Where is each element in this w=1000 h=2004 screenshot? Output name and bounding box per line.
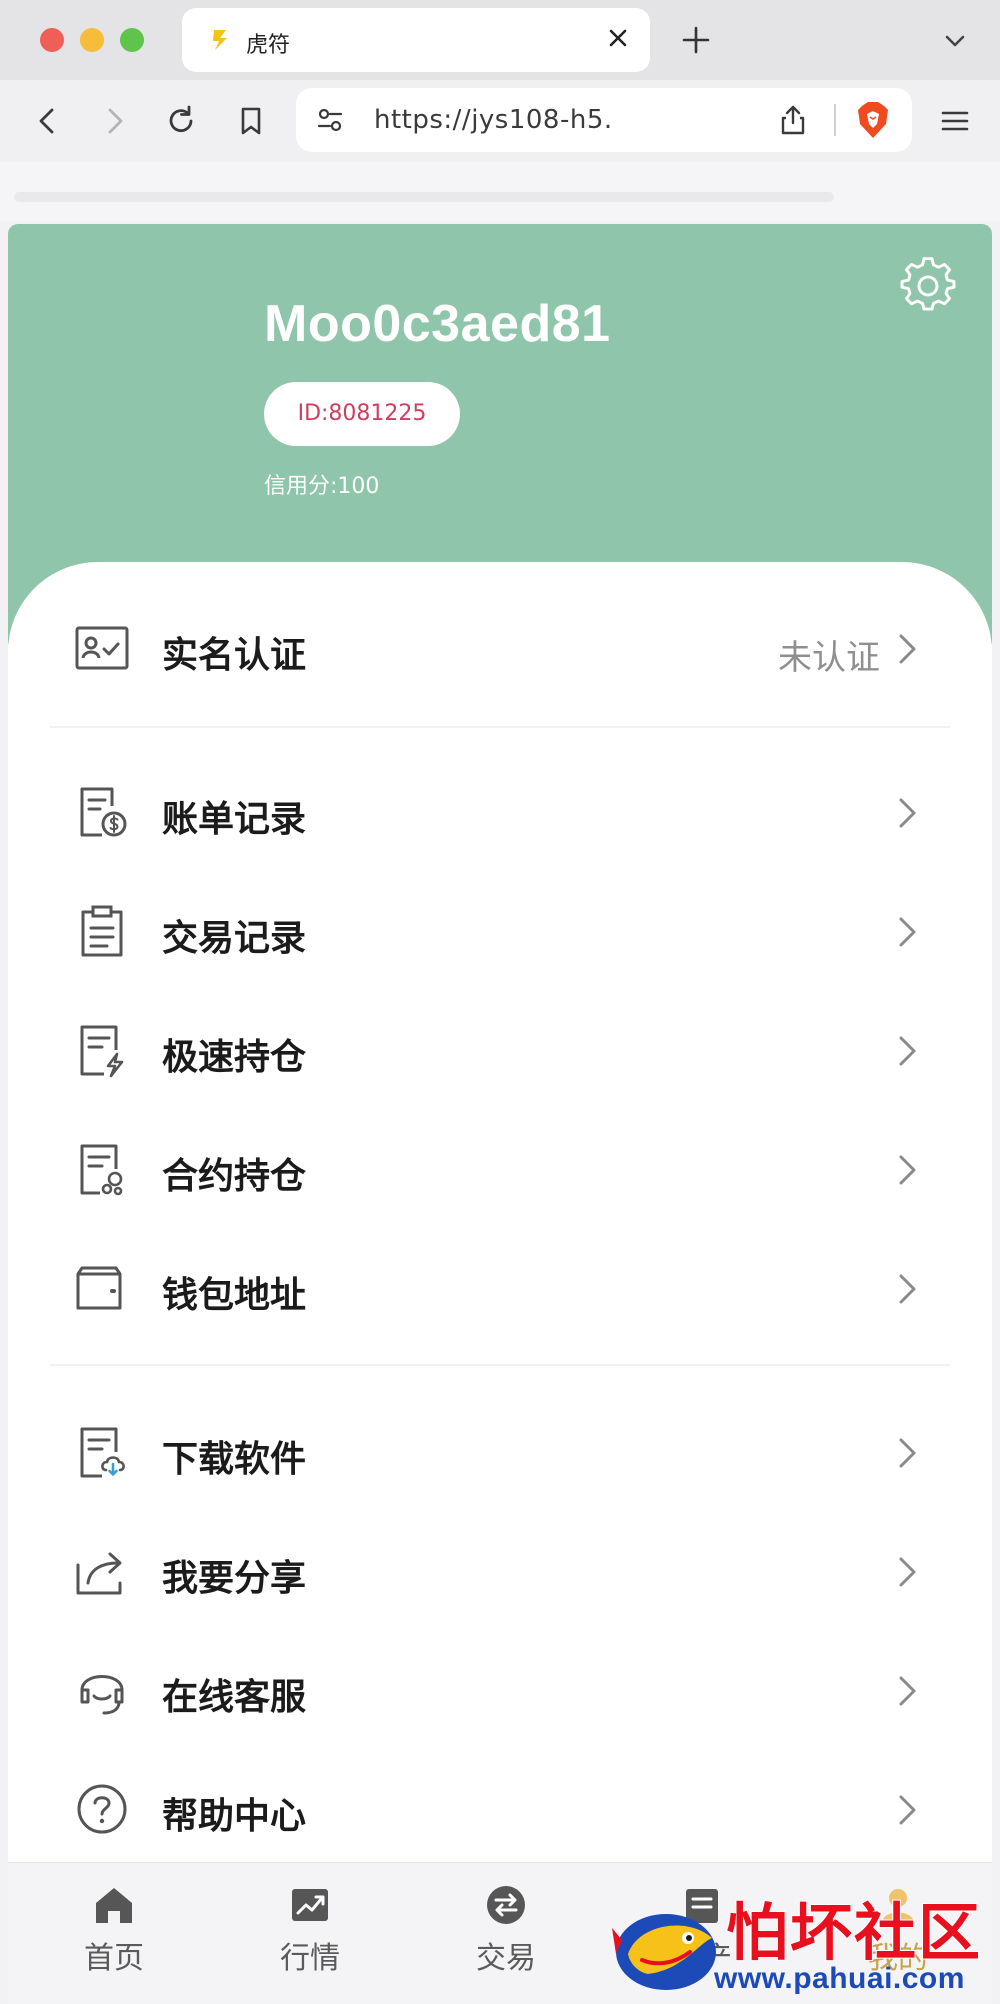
nav-trade[interactable]: 交易 bbox=[446, 1883, 566, 1983]
username: Moo0c3aed81 bbox=[264, 295, 611, 353]
help-circle-icon bbox=[77, 1784, 127, 1834]
verify-status: 未认证 bbox=[778, 638, 880, 678]
page-top-strip bbox=[0, 162, 1000, 222]
menu-item-download[interactable]: 下载软件 bbox=[8, 1400, 992, 1504]
watermark-text: 怕坏社区 bbox=[725, 1895, 983, 1970]
contract-doc-icon bbox=[80, 1144, 123, 1196]
menu-item-label: 极速持仓 bbox=[162, 1037, 307, 1078]
address-bar-divider bbox=[834, 104, 836, 136]
menu-icon[interactable] bbox=[938, 104, 972, 138]
chevron-right-icon bbox=[899, 1557, 916, 1587]
back-icon[interactable] bbox=[28, 102, 66, 140]
chevron-right-icon bbox=[899, 1274, 916, 1304]
brave-shields-icon[interactable] bbox=[856, 100, 890, 140]
section-divider bbox=[50, 1364, 950, 1366]
section-divider bbox=[50, 726, 950, 728]
menu-item-label: 合约持仓 bbox=[162, 1156, 307, 1197]
menu-item-label: 账单记录 bbox=[162, 799, 307, 840]
menu-item-label: 钱包地址 bbox=[162, 1275, 307, 1316]
wallet-icon bbox=[76, 1266, 122, 1310]
menu-item-label: 我要分享 bbox=[162, 1558, 307, 1599]
menu-item-fast-positions[interactable]: 极速持仓 bbox=[8, 998, 992, 1102]
window-zoom-button[interactable] bbox=[120, 28, 144, 52]
menu-item-label: 实名认证 bbox=[162, 635, 307, 676]
site-settings-icon[interactable] bbox=[316, 106, 344, 134]
bookmark-icon[interactable] bbox=[232, 102, 270, 140]
menu-item-label: 帮助中心 bbox=[162, 1796, 307, 1837]
chevron-right-icon bbox=[899, 798, 916, 828]
credit-score: 信用分:100 bbox=[264, 474, 380, 499]
chevron-right-icon bbox=[899, 1795, 916, 1825]
menu-item-help[interactable]: 帮助中心 bbox=[8, 1757, 992, 1861]
nav-trade-label: 交易 bbox=[476, 1941, 536, 1976]
exchange-icon bbox=[487, 1886, 525, 1924]
lightning-doc-icon bbox=[80, 1025, 124, 1078]
gear-icon[interactable] bbox=[898, 256, 958, 316]
reload-icon[interactable] bbox=[162, 102, 200, 140]
menu-item-support[interactable]: 在线客服 bbox=[8, 1638, 992, 1742]
headset-icon bbox=[80, 1675, 124, 1715]
address-bar[interactable]: https://jys108-h5. bbox=[296, 88, 912, 152]
menu-item-share[interactable]: 我要分享 bbox=[8, 1519, 992, 1623]
menu-item-billing[interactable]: 账单记录 bbox=[8, 760, 992, 864]
chevron-right-icon bbox=[899, 634, 916, 664]
browser-nav-bar: https://jys108-h5. bbox=[0, 80, 1000, 162]
blurred-bar bbox=[14, 192, 834, 202]
site-watermark: 怕坏社区 www.pahuai.com bbox=[604, 1880, 1000, 2004]
browser-tab-bar: 虎符 bbox=[0, 0, 1000, 80]
bill-icon bbox=[80, 787, 127, 837]
browser-tab[interactable]: 虎符 bbox=[182, 8, 650, 72]
clipboard-icon bbox=[81, 905, 123, 957]
nav-market-label: 行情 bbox=[280, 1941, 340, 1976]
close-tab-icon[interactable] bbox=[602, 22, 634, 54]
forward-icon[interactable] bbox=[96, 102, 134, 140]
tab-title: 虎符 bbox=[246, 33, 291, 58]
site-favicon-icon bbox=[213, 30, 227, 50]
menu-item-wallet[interactable]: 钱包地址 bbox=[8, 1236, 992, 1340]
chevron-down-icon[interactable] bbox=[940, 26, 970, 56]
chevron-right-icon bbox=[899, 1155, 916, 1185]
window-close-button[interactable] bbox=[40, 28, 64, 52]
menu-item-label: 交易记录 bbox=[162, 918, 307, 959]
share-page-icon[interactable] bbox=[778, 104, 808, 136]
chevron-right-icon bbox=[899, 917, 916, 947]
fish-logo-icon bbox=[612, 1914, 716, 1990]
menu-item-label: 在线客服 bbox=[162, 1677, 307, 1718]
menu-card: 实名认证 未认证 账单记录 交易记录 极速持仓 合约持仓 钱包地址 下载软件 我… bbox=[8, 562, 992, 1862]
nav-home[interactable]: 首页 bbox=[54, 1883, 174, 1983]
app-page: Moo0c3aed81 ID:8081225 信用分:100 实名认证 未认证 bbox=[8, 224, 992, 2004]
chevron-right-icon bbox=[899, 1438, 916, 1468]
home-icon bbox=[96, 1888, 132, 1923]
menu-item-verify[interactable]: 实名认证 未认证 bbox=[8, 596, 992, 700]
url-text[interactable]: https://jys108-h5. bbox=[374, 105, 613, 135]
nav-home-label: 首页 bbox=[84, 1941, 144, 1976]
menu-item-contract-positions[interactable]: 合约持仓 bbox=[8, 1117, 992, 1221]
share-icon bbox=[76, 1552, 122, 1595]
user-id-badge[interactable]: ID:8081225 bbox=[264, 382, 460, 446]
trend-chart-icon bbox=[292, 1889, 328, 1921]
cloud-download-doc-icon bbox=[80, 1427, 125, 1478]
id-card-icon bbox=[75, 626, 129, 670]
chevron-right-icon bbox=[899, 1676, 916, 1706]
chevron-right-icon bbox=[899, 1036, 916, 1066]
menu-item-trades[interactable]: 交易记录 bbox=[8, 879, 992, 983]
new-tab-icon[interactable] bbox=[678, 22, 714, 58]
window-minimize-button[interactable] bbox=[80, 28, 104, 52]
watermark-url: www.pahuai.com bbox=[714, 1962, 965, 1995]
nav-market[interactable]: 行情 bbox=[250, 1883, 370, 1983]
menu-item-label: 下载软件 bbox=[162, 1439, 307, 1480]
